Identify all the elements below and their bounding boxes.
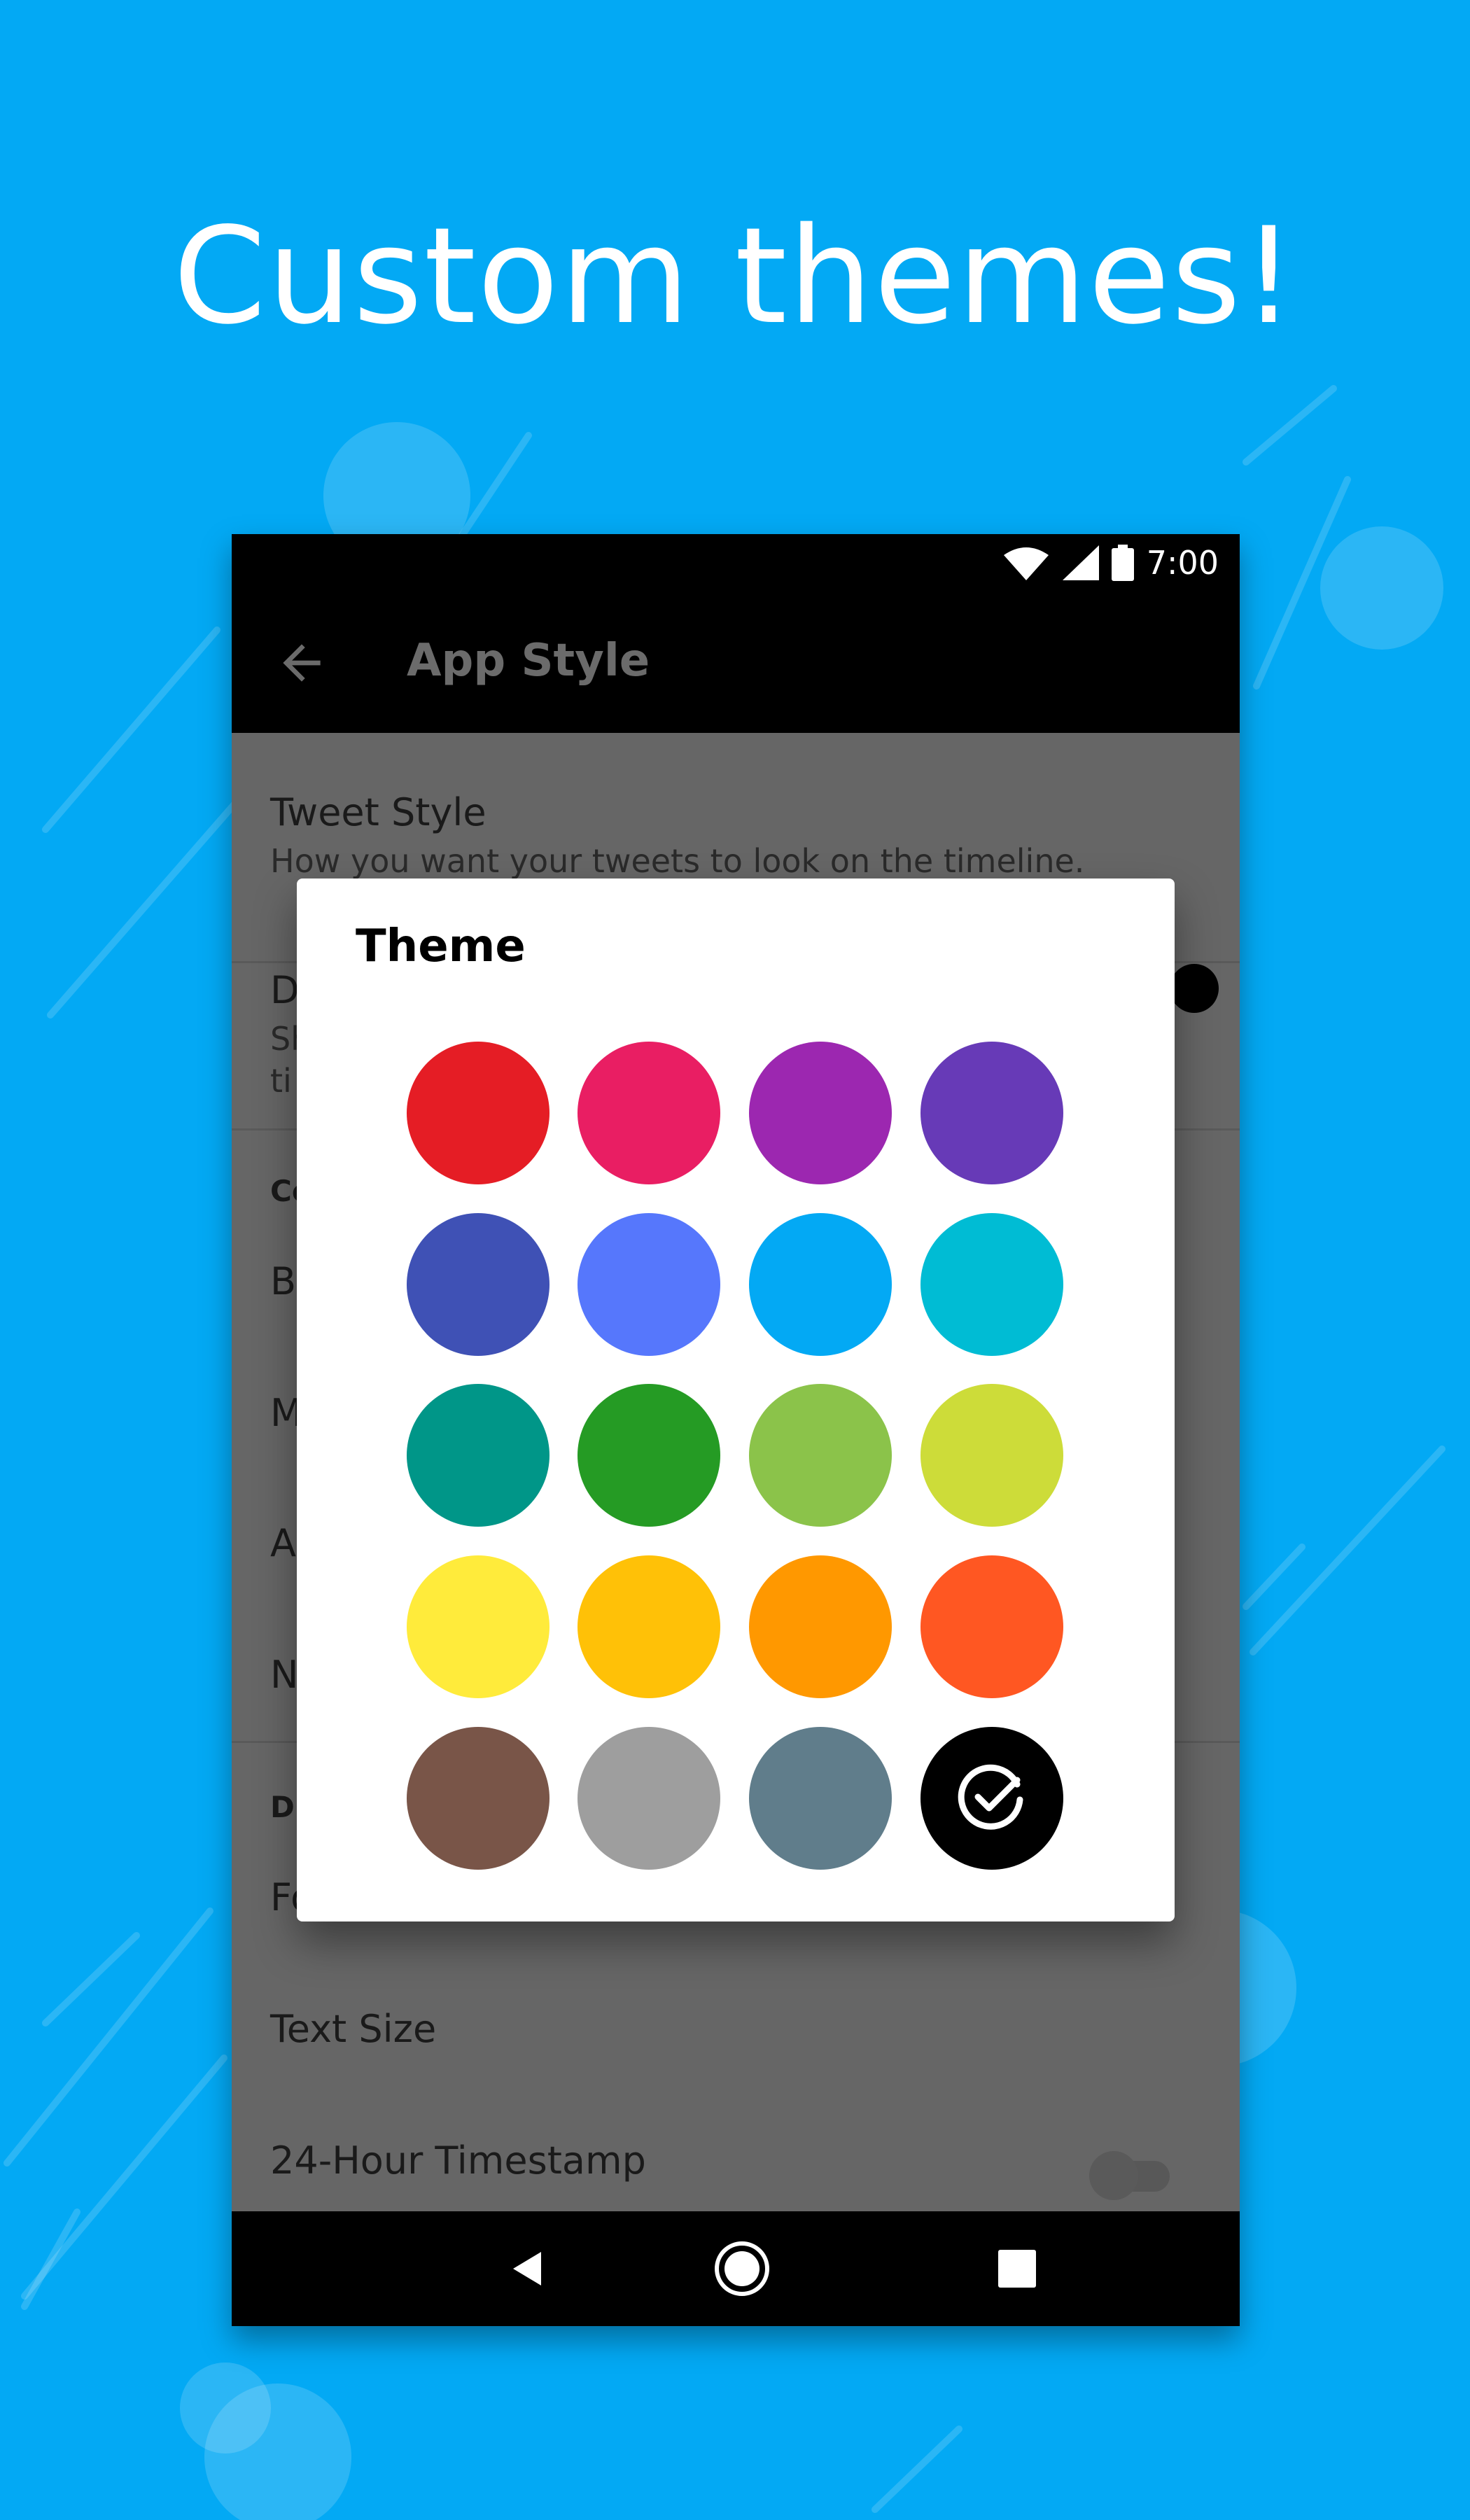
- theme-swatch[interactable]: [749, 1384, 892, 1527]
- theme-swatch-selected[interactable]: [920, 1727, 1063, 1870]
- setting-row-n[interactable]: N: [270, 1653, 298, 1697]
- theme-swatch[interactable]: [407, 1555, 550, 1698]
- theme-dialog: Theme: [297, 878, 1175, 1921]
- theme-swatch[interactable]: [578, 1213, 720, 1356]
- navigation-bar: [232, 2211, 1240, 2326]
- setting-sub-ti: ti: [270, 1062, 292, 1100]
- theme-swatch[interactable]: [407, 1213, 550, 1356]
- theme-swatch[interactable]: [578, 1042, 720, 1184]
- status-bar: 7:00: [232, 534, 1240, 593]
- battery-icon: [1111, 545, 1134, 581]
- timestamp-switch-thumb[interactable]: [1089, 2151, 1138, 2200]
- status-time: 7:00: [1146, 544, 1219, 582]
- timestamp-setting[interactable]: 24-Hour Timestamp: [270, 2138, 646, 2183]
- theme-swatch[interactable]: [920, 1555, 1063, 1698]
- theme-swatch[interactable]: [578, 1384, 720, 1527]
- signal-icon: [1062, 545, 1099, 580]
- tweet-style-title[interactable]: Tweet Style: [270, 790, 486, 834]
- promo-headline: Custom themes!: [173, 199, 1297, 354]
- check-circle-icon: [958, 1764, 1023, 1830]
- dialog-title: Theme: [356, 920, 526, 972]
- toggle-switch[interactable]: [1170, 964, 1219, 1013]
- wifi-icon: [1003, 547, 1049, 580]
- theme-swatch[interactable]: [749, 1727, 892, 1870]
- theme-swatch[interactable]: [749, 1555, 892, 1698]
- nav-recents-icon[interactable]: [998, 2250, 1036, 2288]
- theme-swatch[interactable]: [578, 1727, 720, 1870]
- theme-swatch[interactable]: [407, 1042, 550, 1184]
- theme-swatch[interactable]: [407, 1384, 550, 1527]
- theme-swatch[interactable]: [920, 1213, 1063, 1356]
- arrow-back-icon[interactable]: [274, 635, 330, 691]
- text-size-setting[interactable]: Text Size: [270, 2007, 436, 2051]
- theme-swatch[interactable]: [920, 1384, 1063, 1527]
- setting-row-a[interactable]: A: [270, 1521, 296, 1565]
- theme-swatch[interactable]: [407, 1727, 550, 1870]
- nav-home-icon[interactable]: [713, 2240, 771, 2297]
- theme-swatch[interactable]: [749, 1213, 892, 1356]
- toolbar-title: App Style: [407, 635, 650, 687]
- tweet-style-subtitle: How you want your tweets to look on the …: [270, 842, 1085, 880]
- nav-back-icon[interactable]: [505, 2246, 550, 2291]
- theme-swatch[interactable]: [749, 1042, 892, 1184]
- theme-swatch[interactable]: [920, 1042, 1063, 1184]
- toolbar: App Style: [232, 593, 1240, 733]
- setting-row-d[interactable]: D: [270, 968, 300, 1012]
- setting-row-b[interactable]: B: [270, 1259, 296, 1303]
- theme-swatch[interactable]: [578, 1555, 720, 1698]
